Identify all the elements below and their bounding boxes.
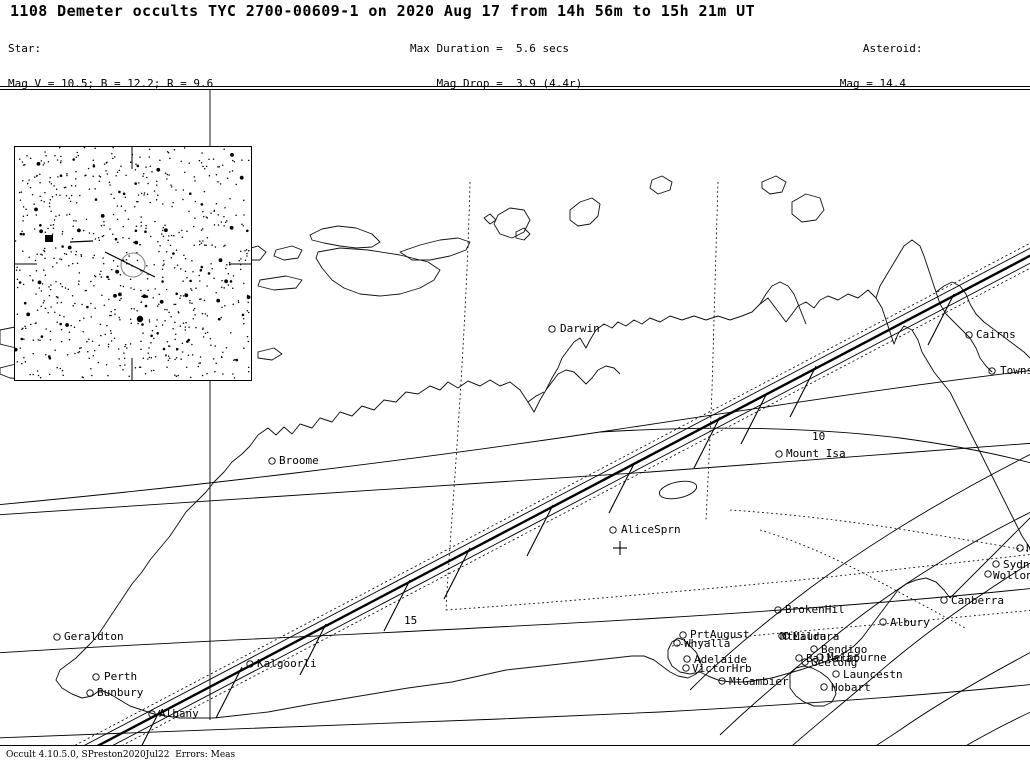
city-label-wollongong[interactable]: Wollon: [993, 570, 1030, 581]
limit-curve-6: [876, 652, 1030, 745]
parallel-line-2: [0, 684, 1030, 739]
city-label-hobart[interactable]: Hobart: [831, 682, 871, 693]
limit-curve-7: [966, 711, 1030, 745]
parallel-line-4: [0, 442, 1030, 516]
occultation-prediction-page: 1108 Demeter occults TYC 2700-00609-1 on…: [0, 0, 1030, 766]
city-marker[interactable]: [92, 673, 100, 681]
city-label-darwin[interactable]: Darwin: [560, 323, 600, 334]
terminator-line-1: [445, 181, 471, 611]
star-heading: Star:: [8, 42, 42, 56]
city-marker[interactable]: [548, 325, 556, 333]
star-field-svg: [15, 147, 251, 380]
city-marker[interactable]: [984, 570, 992, 578]
city-marker[interactable]: [268, 457, 276, 465]
occultation-map[interactable]: Darwin Broome Cairns Townsvlle Mount Isa Alic…: [0, 90, 1030, 745]
island-kai: [493, 207, 531, 239]
header-divider: [0, 86, 1030, 87]
island-sumbawa: [273, 245, 303, 261]
island-timor-2: [315, 247, 441, 297]
footer-credit: Occult 4.10.5.0, SPreston2020Jul22 Error…: [6, 750, 236, 760]
bright-star-marker: [45, 235, 53, 242]
island-sumba: [257, 275, 303, 291]
city-label-launceston[interactable]: Launcestn: [843, 669, 903, 680]
city-label-broken-hill[interactable]: BrokenHil: [785, 604, 845, 615]
island-papua-bit: [649, 175, 673, 195]
time-tick-g: [215, 666, 243, 719]
city-marker[interactable]: [832, 670, 840, 678]
city-label-mount-laura[interactable]: MtLaura: [780, 631, 826, 642]
city-label-whyalla[interactable]: Whyalla: [684, 638, 730, 649]
island-small-4: [257, 347, 283, 361]
city-label-albany[interactable]: Albany: [159, 708, 199, 719]
city-label-bunbury[interactable]: Bunbury: [97, 687, 143, 698]
star-line-0: Mag V = 10.5; B = 12.2; R = 9.6: [8, 76, 214, 90]
coast-qld-inner: [935, 281, 1030, 359]
city-label-newcastle[interactable]: N: [1026, 543, 1030, 554]
time-tick-10: [789, 365, 817, 418]
island-ne-1: [791, 193, 825, 223]
island-ne-2: [761, 175, 787, 195]
header-panel: 1108 Demeter occults TYC 2700-00609-1 on…: [0, 0, 1030, 228]
twilight-curve-1: [445, 554, 1030, 611]
city-marker[interactable]: [988, 367, 996, 375]
island-timor-1: [309, 225, 381, 249]
star-field-bg: [15, 147, 251, 380]
city-label-albury[interactable]: Albury: [890, 617, 930, 628]
limit-curve-1: [0, 370, 1030, 505]
error-ellipse: [658, 480, 698, 500]
city-label-perth[interactable]: Perth: [104, 671, 137, 682]
city-label-geraldton[interactable]: Geraldton: [64, 631, 124, 642]
city-label-victor-harbor[interactable]: VictorHrb: [692, 663, 752, 674]
event-line-1: Mag Drop = 3.9 (4.4r): [410, 76, 583, 90]
city-label-geelong[interactable]: Geelong: [811, 657, 857, 668]
footer-bar: Occult 4.10.5.0, SPreston2020Jul22 Error…: [0, 745, 1030, 766]
city-marker[interactable]: [682, 664, 690, 672]
twilight-curve-2: [729, 509, 1030, 552]
city-marker[interactable]: [53, 633, 61, 641]
city-marker[interactable]: [609, 526, 617, 534]
coast-north: [257, 289, 1030, 549]
asteroid-heading: Asteroid:: [862, 42, 923, 56]
coast-tasmania: [789, 665, 837, 707]
city-label-alice-springs[interactable]: AliceSprn: [621, 524, 681, 535]
city-label-townsville[interactable]: Townsvlle: [1000, 365, 1030, 376]
city-marker[interactable]: [820, 683, 828, 691]
star-field-inset[interactable]: [14, 146, 252, 381]
city-marker[interactable]: [683, 655, 691, 663]
page-title: 1108 Demeter occults TYC 2700-00609-1 on…: [10, 2, 756, 20]
city-marker[interactable]: [1016, 544, 1024, 552]
asteroid-line-0: Mag = 14.4: [800, 76, 906, 90]
island-aru: [569, 197, 601, 227]
field-star-bright: [136, 315, 144, 323]
island-small-1: [515, 227, 531, 241]
coast-west-south: [55, 434, 633, 719]
terminator-group: [445, 181, 1030, 647]
island-flores: [399, 237, 471, 261]
city-marker[interactable]: [775, 450, 783, 458]
city-label-kalgoorlie[interactable]: Kalgoorli: [257, 658, 317, 669]
city-marker[interactable]: [795, 654, 803, 662]
centre-cross-marker: [613, 541, 627, 555]
city-label-broome[interactable]: Broome: [279, 455, 319, 466]
circle-limits-group: [0, 370, 1030, 745]
time-tick-label-15: 15: [404, 614, 418, 627]
city-marker[interactable]: [940, 596, 948, 604]
city-marker[interactable]: [992, 560, 1000, 568]
footer-divider: [0, 745, 1030, 746]
terminator-line-2: [705, 181, 719, 521]
city-label-canberra[interactable]: Canberra: [951, 595, 1004, 606]
city-label-mount-isa[interactable]: Mount Isa: [786, 448, 846, 459]
city-label-cairns[interactable]: Cairns: [976, 329, 1016, 340]
city-label-mount-gambier[interactable]: MtGambier: [729, 676, 789, 687]
event-line-0: Max Duration = 5.6 secs: [410, 42, 569, 56]
city-marker[interactable]: [86, 689, 94, 697]
time-tick-label-10: 10: [812, 430, 826, 443]
